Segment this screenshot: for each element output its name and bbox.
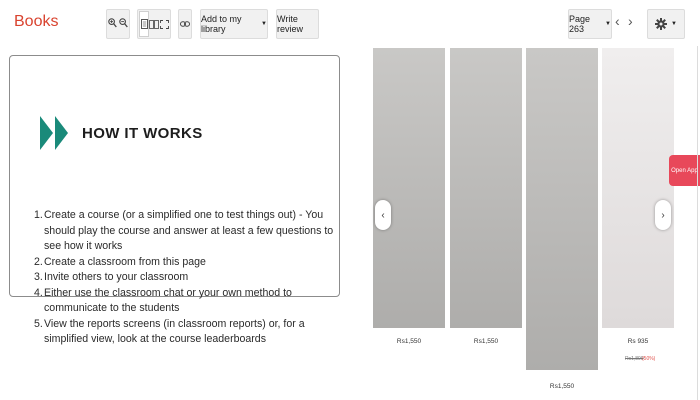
product-carousel: Rs1,550 Rs1,550 Rs1,550 Rs 935 Rs1,899 (… [370,46,700,400]
product-price: Rs 935 [627,338,649,345]
page-label: Page 263 [569,14,591,34]
list-item: 3. Invite others to your classroom [34,270,334,286]
step-number: 3. [34,271,43,283]
app-title[interactable]: Books [14,13,58,31]
link-button[interactable] [178,9,192,39]
chevron-left-icon: ‹ [381,209,385,221]
page-selector[interactable]: Page 263 ▼ [568,9,612,39]
product-discount: (50%) [642,356,656,362]
write-review-button[interactable]: Write review [276,9,319,39]
chevron-down-icon: ▼ [605,21,611,27]
step-text: View the reports screens (in classroom r… [44,317,305,346]
page: Books Add to my library ▼ Write review P… [0,0,700,400]
step-text: Create a course (or a simplified one to … [44,209,334,252]
product-card[interactable] [526,48,598,370]
step-text: Create a classroom from this page [44,255,206,268]
previous-page-icon[interactable]: ‹ [615,13,620,29]
settings-button[interactable]: ▼ [647,9,685,39]
chevron-down-icon: ▼ [261,21,267,27]
zoom-controls [106,9,130,39]
list-item: 4. Either use the classroom chat or your … [34,286,334,317]
list-item: 1. Create a course (or a simplified one t… [34,208,334,255]
step-number: 5. [34,317,43,330]
next-page-icon[interactable]: › [628,13,633,29]
gear-icon [655,18,668,30]
view-mode-controls [137,9,171,39]
add-to-library-label: Add to my library [201,14,242,34]
product-card[interactable] [373,48,445,328]
scrollbar-track[interactable] [697,46,698,400]
product-price: Rs1,550 [473,338,499,345]
chevron-right-icon: › [661,209,665,221]
product-original-price: Rs1,899 [625,356,644,362]
step-number: 4. [34,286,43,299]
carousel-prev-button[interactable]: ‹ [375,200,391,230]
write-review-label: Write review [277,14,304,34]
step-text: Either use the classroom chat or your ow… [44,286,292,315]
product-card[interactable] [602,48,674,328]
fullscreen-icon[interactable] [159,11,169,37]
single-page-view-icon[interactable] [139,11,150,37]
how-it-works-title: HOW IT WORKS [82,125,203,142]
zoom-in-icon[interactable] [108,15,117,33]
list-item: 2. Create a classroom from this page [34,255,334,271]
open-app-button[interactable]: Open App [669,155,700,186]
product-card[interactable] [450,48,522,328]
two-page-view-icon[interactable] [149,11,159,37]
step-text: Invite others to your classroom [44,271,189,283]
product-price: Rs1,550 [396,338,422,345]
link-icon [180,21,190,27]
list-item: 5. View the reports screens (in classroom… [34,317,334,348]
fast-forward-icon [40,116,70,150]
add-to-library-button[interactable]: Add to my library ▼ [200,9,268,39]
product-price: Rs1,550 [549,383,575,390]
carousel-next-button[interactable]: › [655,200,671,230]
step-number: 2. [34,255,43,268]
steps-list: 1. Create a course (or a simplified one t… [34,208,334,348]
chevron-down-icon: ▼ [671,21,677,27]
toolbar: Books Add to my library ▼ Write review P… [0,0,700,48]
step-number: 1. [34,209,43,221]
zoom-out-icon[interactable] [119,15,128,33]
